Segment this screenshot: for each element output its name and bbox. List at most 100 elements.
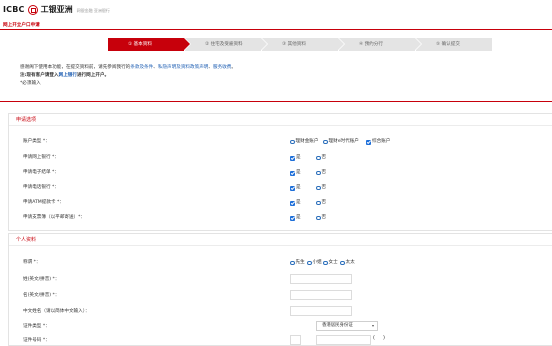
id-check-digit-input[interactable]	[376, 335, 383, 345]
surname-input[interactable]	[290, 274, 352, 284]
checked-icon[interactable]	[366, 139, 371, 145]
salutation-mr[interactable]: 先生	[290, 259, 305, 267]
red-divider	[0, 101, 552, 102]
option-label: 是	[296, 155, 301, 160]
option-label: 否	[321, 185, 327, 190]
cheque-book-yes[interactable]: 是	[290, 214, 301, 222]
intro-line-2: 注:现有客户请登入网上银行进行网上开户。	[20, 72, 540, 80]
intro-note-prefix: 注:现有客户请登入	[20, 73, 59, 78]
checked-icon[interactable]	[290, 170, 295, 176]
online-banking-yes[interactable]: 是	[290, 154, 301, 162]
option-label: 先生	[295, 260, 305, 265]
application-options-section: 申请选项 账户类型 *： 理财金账户 理财e时代账户 综合账户 申请网上银行 *…	[8, 113, 552, 231]
checked-icon[interactable]	[290, 215, 295, 221]
step-branch-appointment: ④ 预约分行	[339, 38, 421, 51]
option-label: 理财e时代账户	[328, 139, 359, 144]
intro-text: 感谢阁下使用本功能，在提交资料前，请先参阅我行的条款及条件、私隐声明及资料政策声…	[20, 64, 540, 88]
page-title-bar: 网上开立户口申请	[0, 20, 552, 30]
online-banking-link[interactable]: 网上银行	[59, 73, 77, 78]
step-basic-info: ① 基本资料	[108, 38, 190, 51]
given-name-input[interactable]	[290, 290, 352, 300]
logo-text: ICBC	[3, 5, 25, 14]
terms-link[interactable]: 条款及条件	[130, 65, 153, 70]
brand-name: 工银亚洲	[40, 5, 73, 14]
option-label: 是	[296, 170, 301, 175]
id-type-select[interactable]: 香港居民身份证	[316, 321, 378, 331]
paren-close: )	[383, 335, 385, 341]
radio-icon[interactable]	[290, 139, 295, 145]
radio-icon[interactable]	[323, 260, 328, 266]
account-type-label: 账户类型 *：	[23, 139, 50, 144]
id-prefix-input[interactable]	[290, 335, 301, 345]
cheque-book-no[interactable]: 否	[316, 214, 326, 222]
atm-card-yes[interactable]: 是	[290, 199, 301, 207]
salutation-miss[interactable]: 小姐	[307, 259, 322, 267]
account-type-option-3[interactable]: 综合账户	[366, 138, 390, 146]
option-label: 是	[296, 215, 301, 220]
checked-icon[interactable]	[290, 185, 295, 191]
paren-open: (	[373, 335, 375, 341]
icbc-seal-icon	[27, 4, 38, 15]
section-title: 申请选项	[9, 114, 552, 126]
option-label: 理财金账户	[295, 139, 319, 144]
intro-prefix: 感谢阁下使用本功能，在提交资料前，请先参阅我行的	[20, 65, 131, 70]
option-label: 综合账户	[372, 139, 391, 144]
id-number-label: 证件号码 *：	[23, 338, 50, 343]
cheque-book-label: 申请支票簿（以平邮寄送）*：	[23, 215, 86, 220]
section-title: 个人资料	[9, 234, 552, 246]
atm-card-no[interactable]: 否	[316, 199, 326, 207]
personal-info-section: 个人资料 称谓 *： 先生 小姐 女士 太太 姓(英文/拼音) *： 名(英文/…	[8, 233, 552, 346]
chinese-name-input[interactable]	[290, 306, 352, 316]
checked-icon[interactable]	[290, 155, 295, 161]
salutation-label: 称谓 *：	[23, 260, 41, 265]
step-other-info: ③ 其他资料	[262, 38, 344, 51]
id-number-input[interactable]	[316, 335, 371, 345]
option-label: 太太	[345, 260, 355, 265]
page-title: 网上开立户口申请	[3, 23, 40, 28]
radio-icon[interactable]	[316, 215, 321, 221]
phone-banking-yes[interactable]: 是	[290, 184, 301, 192]
account-type-option-1[interactable]: 理财金账户	[290, 138, 318, 146]
phone-banking-label: 申请电话银行 *：	[23, 185, 59, 190]
radio-icon[interactable]	[316, 155, 321, 161]
site-header: ICBC 工银亚洲 网银金融 亚洲银行	[0, 0, 552, 20]
surname-label: 姓(英文/拼音) *：	[23, 277, 60, 282]
online-banking-no[interactable]: 否	[316, 154, 326, 162]
e-statement-label: 申请电子结单 *：	[23, 170, 59, 175]
given-name-label: 名(英文/拼音) *：	[23, 293, 60, 298]
fees-link[interactable]: 服务收费	[213, 65, 231, 70]
radio-icon[interactable]	[316, 185, 321, 191]
radio-icon[interactable]	[323, 139, 328, 145]
brand-tagline: 网银金融 亚洲银行	[76, 7, 110, 13]
radio-icon[interactable]	[340, 260, 345, 266]
salutation-mrs[interactable]: 太太	[340, 259, 355, 267]
option-label: 否	[321, 215, 327, 220]
online-banking-label: 申请网上银行 *：	[23, 155, 59, 160]
option-label: 是	[296, 185, 301, 190]
icbc-logo[interactable]: ICBC 工银亚洲 网银金融 亚洲银行	[3, 4, 110, 15]
step-confirm-submit: ⑤ 确认提交	[416, 38, 492, 51]
e-statement-no[interactable]: 否	[316, 169, 326, 177]
option-label: 否	[321, 200, 327, 205]
option-label: 女士	[328, 260, 338, 265]
intro-line-1: 感谢阁下使用本功能，在提交资料前，请先参阅我行的条款及条件、私隐声明及资料政策声…	[20, 64, 540, 72]
chinese-name-label: 中文姓名（请以简体中文输入）：	[23, 309, 90, 314]
intro-suffix: 。	[231, 65, 237, 70]
radio-icon[interactable]	[316, 170, 321, 176]
id-type-label: 证件类型 *：	[23, 324, 50, 329]
checked-icon[interactable]	[290, 200, 295, 206]
salutation-ms[interactable]: 女士	[323, 259, 338, 267]
option-label: 是	[296, 200, 301, 205]
radio-icon[interactable]	[290, 260, 295, 266]
phone-banking-no[interactable]: 否	[316, 184, 326, 192]
e-statement-yes[interactable]: 是	[290, 169, 301, 177]
radio-icon[interactable]	[307, 260, 312, 266]
required-note: *必须输入	[20, 81, 41, 86]
option-label: 否	[321, 170, 327, 175]
privacy-link[interactable]: 私隐声明及资料政策声明	[158, 65, 209, 70]
account-type-option-2[interactable]: 理财e时代账户	[323, 138, 359, 146]
radio-icon[interactable]	[316, 200, 321, 206]
progress-steps: ① 基本资料 ② 住宅及受雇资料 ③ 其他资料 ④ 预约分行 ⑤ 确认提交	[108, 38, 493, 51]
step-residence-employment: ② 住宅及受雇资料	[185, 38, 267, 51]
option-label: 否	[321, 155, 327, 160]
